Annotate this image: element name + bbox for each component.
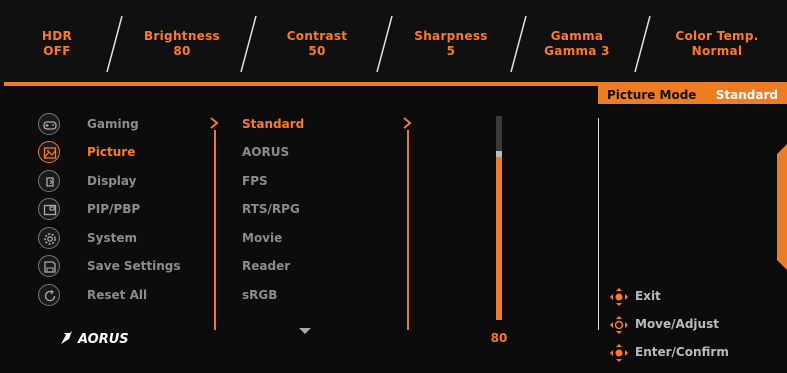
current-tab-label: Picture Mode bbox=[607, 88, 697, 102]
display-icon bbox=[38, 170, 60, 192]
gamepad-icon bbox=[38, 113, 60, 135]
status-color-temp: Color Temp. Normal bbox=[662, 29, 772, 59]
status-hdr-value: OFF bbox=[43, 44, 71, 58]
divider-slash bbox=[240, 15, 257, 73]
picture-mode-fps[interactable]: FPS bbox=[242, 174, 268, 188]
osd-panel: Gaming Picture Display PIP/PBP System Sa… bbox=[0, 104, 787, 373]
picture-mode-srgb[interactable]: sRGB bbox=[242, 288, 277, 302]
svg-text:AORUS: AORUS bbox=[77, 332, 129, 346]
status-sharpness-label: Sharpness bbox=[414, 29, 488, 43]
status-contrast: Contrast 50 bbox=[262, 29, 372, 59]
menu-label-save-settings: Save Settings bbox=[87, 259, 181, 273]
help-exit-label: Exit bbox=[635, 289, 661, 303]
menu-label-gaming: Gaming bbox=[87, 117, 139, 131]
status-gamma-label: Gamma bbox=[550, 29, 604, 43]
joystick-enter-icon bbox=[610, 344, 628, 362]
status-sharpness-value: 5 bbox=[446, 44, 456, 58]
divider-slash bbox=[106, 15, 123, 73]
menu-label-pip-pbp: PIP/PBP bbox=[87, 202, 141, 216]
status-color-temp-value: Normal bbox=[691, 44, 743, 58]
divider-slash bbox=[634, 15, 651, 73]
picture-mode-aorus[interactable]: AORUS bbox=[242, 145, 289, 159]
save-icon bbox=[38, 255, 60, 277]
status-sharpness: Sharpness 5 bbox=[396, 29, 506, 59]
picture-mode-rts-rpg[interactable]: RTS/RPG bbox=[242, 202, 300, 216]
joystick-move-icon bbox=[610, 316, 628, 334]
divider-slash bbox=[376, 15, 393, 73]
scroll-down-icon[interactable] bbox=[298, 327, 312, 335]
menu-label-display: Display bbox=[87, 174, 137, 188]
status-brightness: Brightness 80 bbox=[127, 29, 237, 59]
status-hdr-label: HDR bbox=[41, 29, 73, 43]
picture-mode-reader[interactable]: Reader bbox=[242, 259, 290, 273]
side-panel-tab bbox=[777, 144, 787, 270]
column-separator bbox=[214, 130, 216, 330]
joystick-exit-icon bbox=[610, 288, 628, 306]
status-contrast-value: 50 bbox=[308, 44, 326, 58]
value-slider-thumb[interactable] bbox=[496, 151, 502, 157]
column-separator bbox=[598, 118, 599, 330]
menu-label-picture: Picture bbox=[87, 145, 136, 159]
column-separator bbox=[407, 130, 409, 330]
value-slider-fill bbox=[496, 157, 502, 320]
chevron-right-icon bbox=[210, 117, 219, 129]
current-tab-badge: Picture Mode Standard bbox=[598, 86, 787, 104]
chevron-right-icon bbox=[403, 117, 412, 129]
picture-mode-movie[interactable]: Movie bbox=[242, 231, 282, 245]
value-slider-track[interactable] bbox=[496, 116, 502, 320]
aorus-logo: AORUS bbox=[61, 331, 129, 346]
picture-icon bbox=[38, 141, 60, 163]
status-color-temp-label: Color Temp. bbox=[675, 29, 759, 43]
gear-icon bbox=[38, 227, 60, 249]
reset-icon bbox=[38, 284, 60, 306]
pip-icon bbox=[38, 198, 60, 220]
value-slider-readout: 80 bbox=[490, 331, 508, 345]
help-move-adjust-label: Move/Adjust bbox=[635, 317, 719, 331]
status-gamma: Gamma Gamma 3 bbox=[522, 29, 632, 59]
status-brightness-value: 80 bbox=[173, 44, 191, 58]
current-tab-value: Standard bbox=[715, 88, 778, 102]
picture-mode-standard[interactable]: Standard bbox=[242, 117, 304, 131]
status-bar: HDR OFF Brightness 80 Contrast 50 Sharpn… bbox=[0, 0, 787, 82]
menu-label-system: System bbox=[87, 231, 137, 245]
menu-label-reset-all: Reset All bbox=[87, 288, 148, 302]
status-gamma-value: Gamma 3 bbox=[544, 44, 610, 58]
help-enter-confirm-label: Enter/Confirm bbox=[635, 345, 729, 359]
status-hdr: HDR OFF bbox=[2, 29, 112, 59]
status-brightness-label: Brightness bbox=[143, 29, 220, 43]
status-contrast-label: Contrast bbox=[286, 29, 348, 43]
